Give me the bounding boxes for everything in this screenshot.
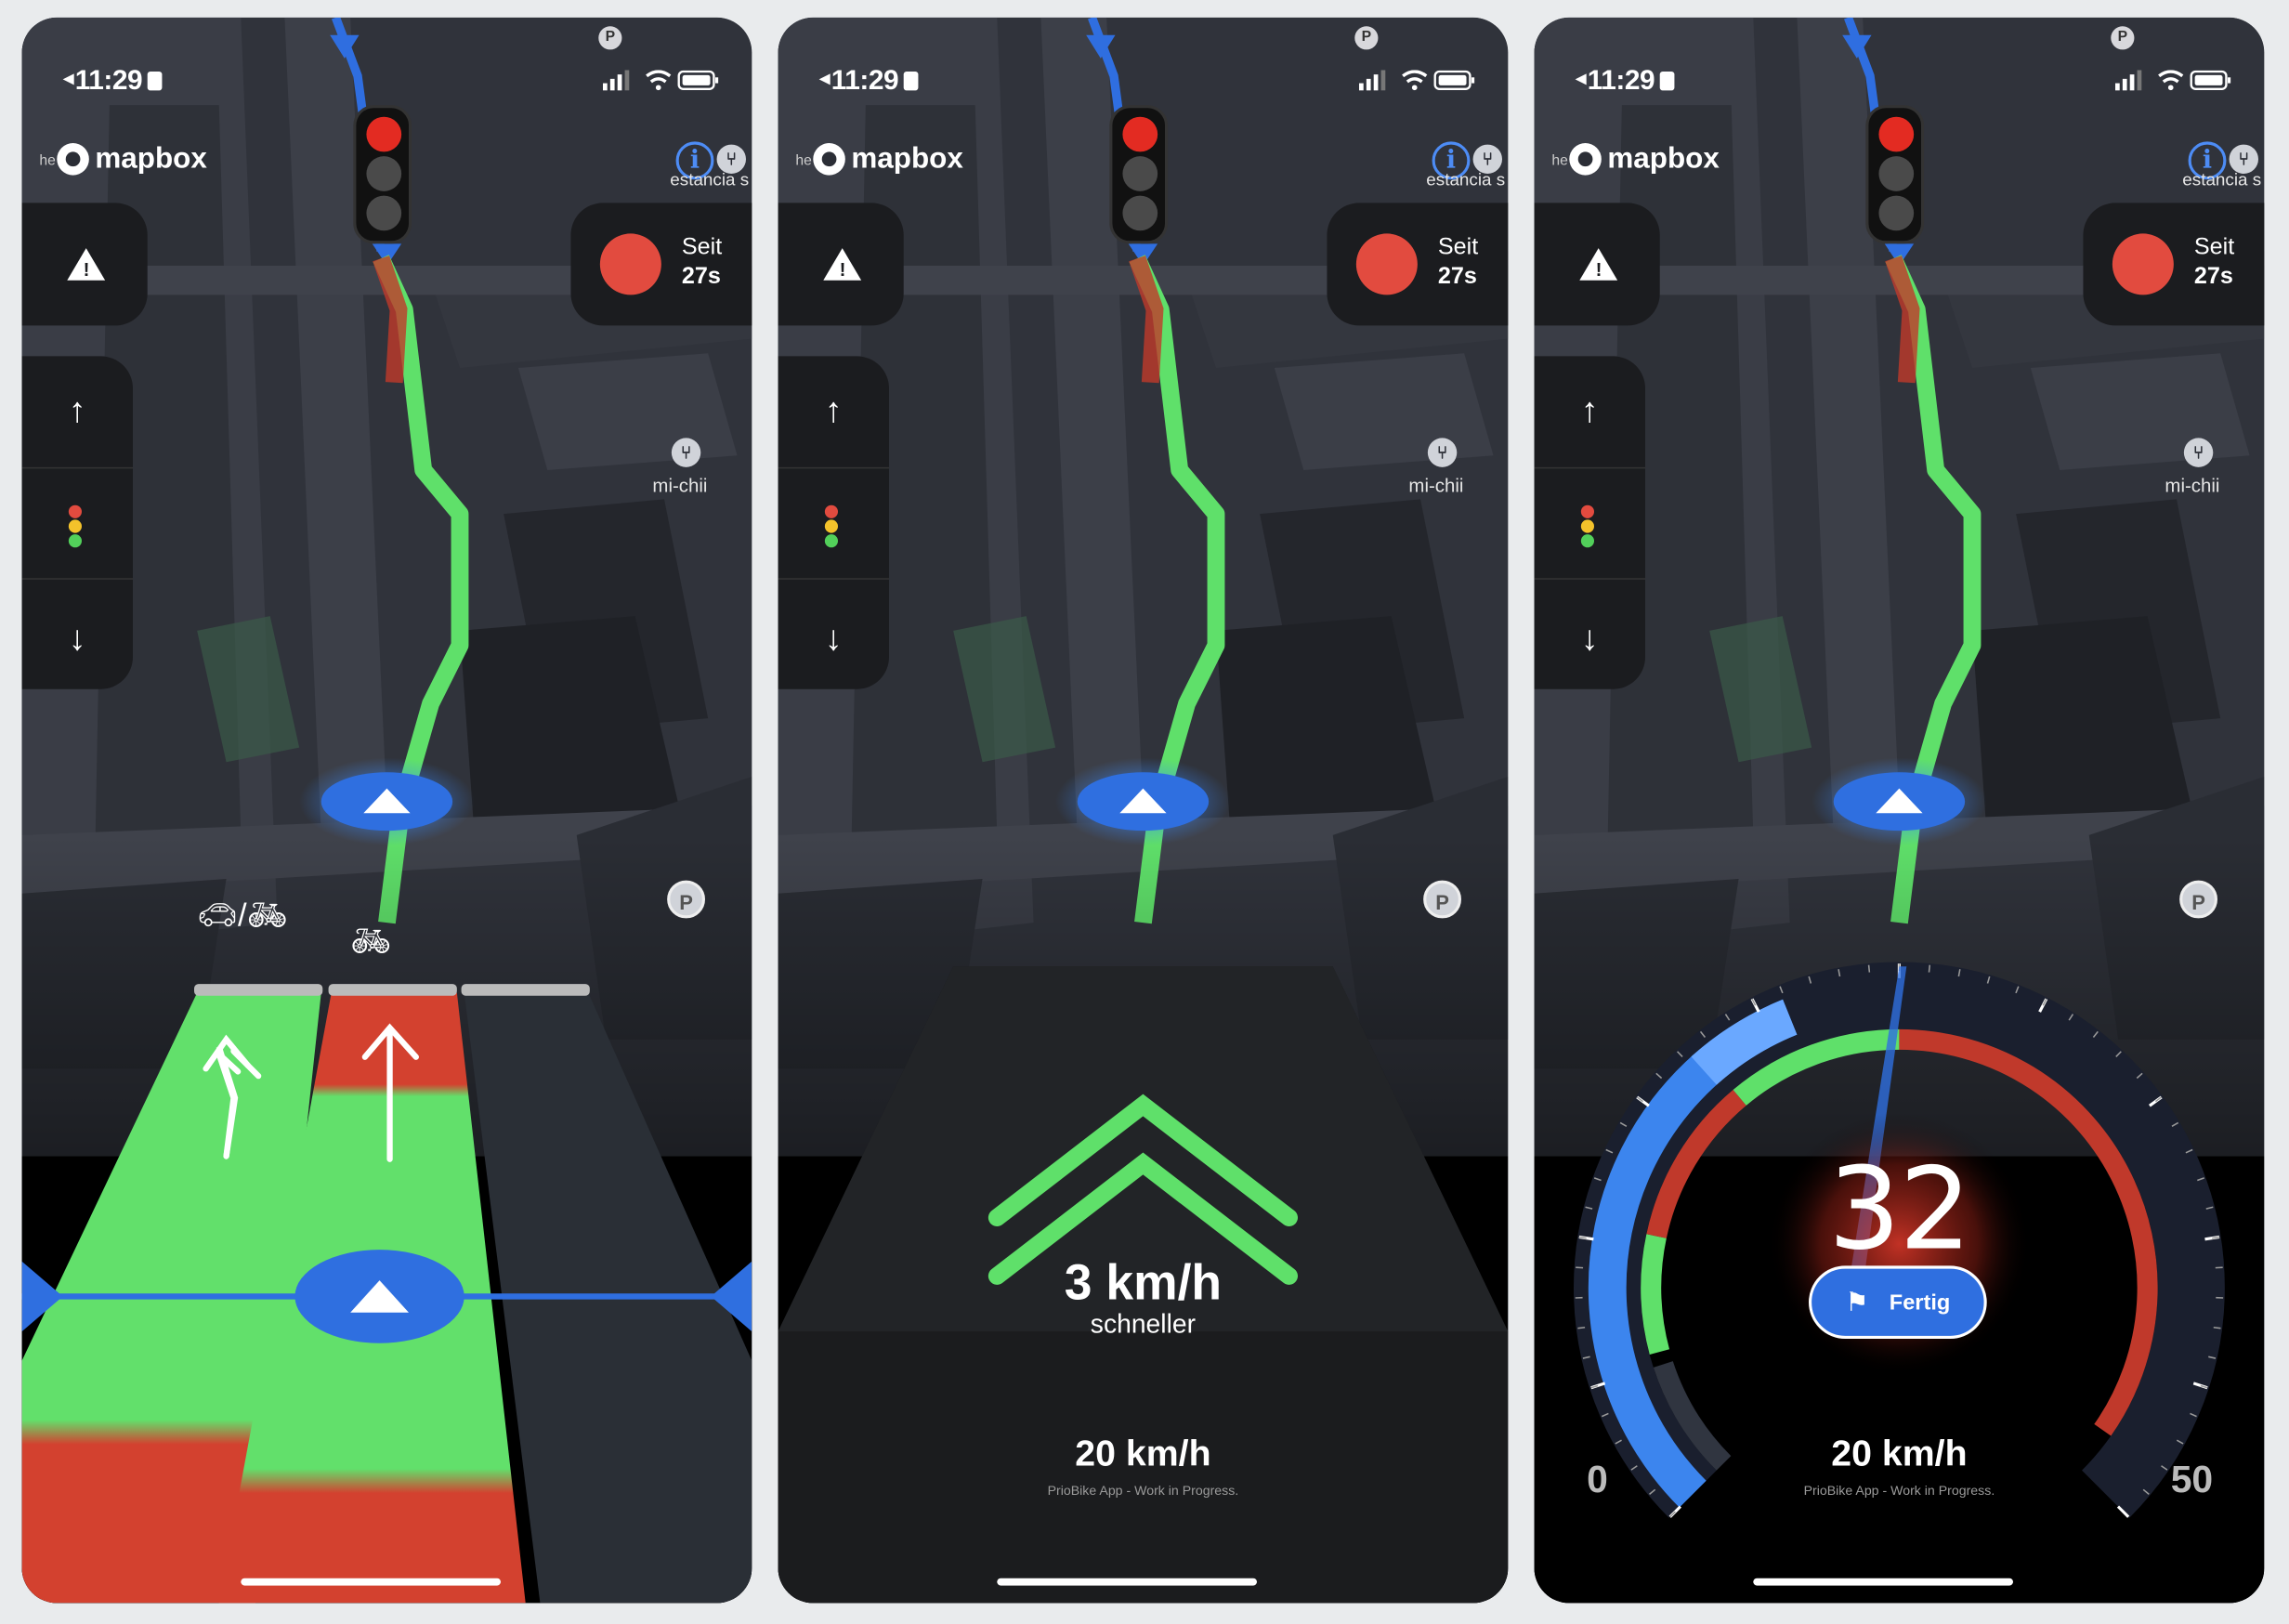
parking-status-icon: P [598, 26, 622, 50]
poi-label-top: estancia s [670, 169, 750, 190]
phone-screen-gauge: 32 ⚑ Fertig 0 50 20 km/h PrioBike App - W… [1534, 17, 2265, 1604]
hazard-report-button[interactable]: ! [21, 203, 148, 326]
status-icons [2115, 70, 2231, 91]
poi-label-top: estancia s [1426, 169, 1506, 190]
arrow-up-icon[interactable]: ↑ [59, 391, 95, 432]
parking-icon: P [2179, 880, 2217, 919]
app-credit: PrioBike App - Work in Progress. [1047, 1483, 1239, 1499]
hazard-report-button[interactable]: ! [778, 203, 904, 326]
bike-icon: 🚲︎ [350, 923, 392, 960]
mapbox-logo-icon [1569, 143, 1602, 176]
battery-icon [1433, 70, 1475, 91]
wifi-icon [2158, 70, 2184, 91]
restaurant-icon: ⑂ [1427, 438, 1458, 467]
red-light-indicator [2112, 233, 2174, 295]
home-indicator[interactable] [997, 1578, 1257, 1586]
status-since-label: Seit [681, 235, 723, 260]
id-icon [1660, 72, 1676, 91]
red-light-indicator [599, 233, 661, 295]
signal-status-card: Seit 27s [2083, 203, 2265, 326]
status-time: ◀11:29 [1576, 66, 1676, 98]
red-light-indicator [1355, 233, 1418, 295]
poi-label-mid: mi-chii [652, 474, 708, 497]
status-duration: 27s [681, 264, 721, 290]
parking-icon: P [667, 880, 705, 919]
traffic-light-toggle-icon[interactable] [824, 504, 840, 548]
status-since-label: Seit [1437, 235, 1479, 260]
signal-status-card: Seit 27s [570, 203, 752, 326]
back-nav-icon: ◀ [818, 72, 831, 88]
stage: 🚗︎/🚲︎ 🚲︎ ◀11:29 P he mapbox i ⑂ estancia … [0, 0, 2289, 1623]
green-lamp [1122, 195, 1158, 231]
status-time: ◀11:29 [819, 66, 920, 98]
map-controls: ↑ ↓ [778, 356, 889, 689]
back-nav-icon: ◀ [62, 72, 74, 88]
home-indicator[interactable] [1753, 1578, 2013, 1586]
yellow-lamp [1878, 156, 1915, 191]
target-speed: 20 km/h [1831, 1434, 1968, 1475]
red-lamp [366, 116, 402, 152]
finish-button[interactable]: ⚑ Fertig [1809, 1265, 1987, 1339]
poi-label-mid: mi-chii [1408, 474, 1464, 497]
arrow-down-icon[interactable]: ↓ [59, 619, 95, 660]
parking-status-icon: P [2111, 26, 2135, 50]
red-lamp [1122, 116, 1158, 152]
poi-label-top: estancia s [2182, 169, 2262, 190]
battery-icon [677, 70, 719, 91]
red-lamp [1878, 116, 1915, 152]
mapbox-logo: he mapbox [795, 143, 963, 176]
traffic-light-toggle-icon[interactable] [1580, 504, 1596, 548]
status-duration: 27s [2193, 264, 2233, 290]
yellow-lamp [366, 156, 402, 191]
phone-screen-lanes: 🚗︎/🚲︎ 🚲︎ ◀11:29 P he mapbox i ⑂ estancia … [21, 17, 752, 1604]
traffic-light-indicator [1865, 105, 1925, 244]
hazard-report-button[interactable]: ! [1534, 203, 1660, 326]
arrow-down-icon[interactable]: ↓ [1572, 619, 1607, 660]
signal-status-card: Seit 27s [1327, 203, 1509, 326]
traffic-light-indicator [353, 105, 412, 244]
home-indicator[interactable] [241, 1578, 501, 1586]
parking-status-icon: P [1354, 26, 1379, 50]
mapbox-logo-icon [57, 143, 90, 176]
mapbox-logo: he mapbox [39, 143, 207, 176]
id-icon [148, 72, 164, 91]
signal-icon [603, 70, 630, 91]
parking-icon: P [1423, 880, 1461, 919]
mapbox-logo: he mapbox [1551, 143, 1720, 176]
app-credit: PrioBike App - Work in Progress. [1803, 1483, 1995, 1499]
yellow-lamp [1122, 156, 1158, 191]
phone-screen-advice: 3 km/h schneller 20 km/h PrioBike App - … [778, 17, 1509, 1604]
signal-icon [1359, 70, 1386, 91]
green-lamp [1878, 195, 1915, 231]
arrow-up-icon[interactable]: ↑ [816, 391, 851, 432]
back-nav-icon: ◀ [1575, 72, 1587, 88]
status-duration: 27s [1437, 264, 1477, 290]
mapbox-logo-icon [813, 143, 846, 176]
status-since-label: Seit [2193, 235, 2235, 260]
green-lamp [366, 195, 402, 231]
map-controls: ↑ ↓ [21, 356, 134, 689]
signal-icon [2115, 70, 2142, 91]
status-icons [603, 70, 719, 91]
car-bike-icon: 🚗︎/🚲︎ [197, 896, 288, 934]
arrow-down-icon[interactable]: ↓ [816, 619, 851, 660]
current-speed: 32 [1827, 1145, 1971, 1277]
wifi-icon [646, 70, 672, 91]
poi-label-mid: mi-chii [2165, 474, 2220, 497]
restaurant-icon: ⑂ [671, 438, 701, 467]
status-icons [1359, 70, 1475, 91]
target-speed: 20 km/h [1075, 1434, 1211, 1475]
wifi-icon [1402, 70, 1428, 91]
flag-icon: ⚑ [1845, 1288, 1869, 1317]
status-time: ◀11:29 [63, 66, 164, 98]
advice-speed: 3 km/h [1064, 1255, 1223, 1312]
map-controls: ↑ ↓ [1534, 356, 1645, 689]
battery-icon [2190, 70, 2231, 91]
advice-text: schneller [1090, 1309, 1197, 1339]
restaurant-icon: ⑂ [2183, 438, 2214, 467]
id-icon [904, 72, 920, 91]
arrow-up-icon[interactable]: ↑ [1572, 391, 1607, 432]
traffic-light-toggle-icon[interactable] [68, 504, 84, 548]
traffic-light-indicator [1109, 105, 1169, 244]
